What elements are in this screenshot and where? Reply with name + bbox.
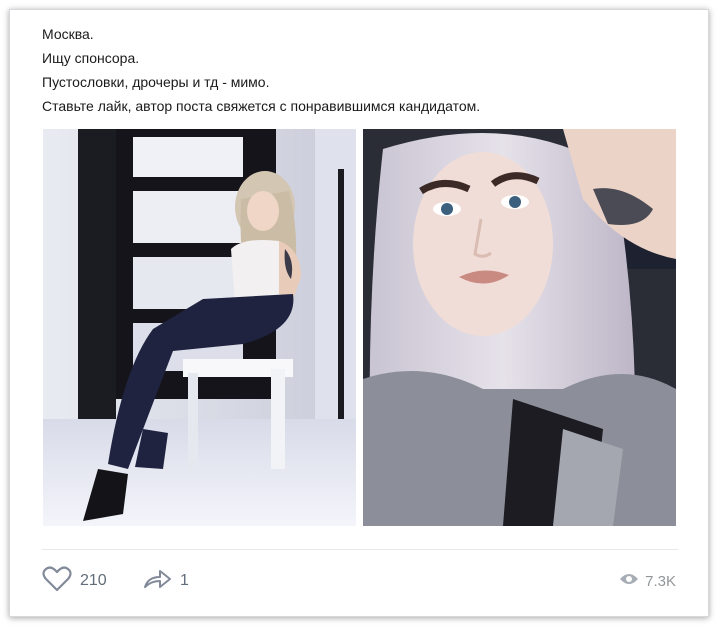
share-arrow-icon [142,567,172,596]
post-text: Москва. Ищу спонсора. Пустословки, дроче… [42,22,682,118]
share-count: 1 [180,572,189,589]
photo-woman-selfie-silver-hair [363,129,676,526]
eye-icon [619,572,639,590]
like-count: 210 [80,572,107,589]
post-text-line-filter: Пустословки, дрочеры и тд - мимо. [42,74,270,90]
post-text-line-call-to-action: Ставьте лайк, автор поста свяжется с пон… [42,98,481,114]
post-text-line-city: Москва. [42,26,94,42]
heart-icon [42,565,72,597]
post-text-line-sponsor: Ищу спонсора. [42,50,140,66]
footer-divider [42,549,678,550]
post-photo-left[interactable] [43,129,356,526]
views-counter: 7.3K [619,566,676,596]
post-photo-right[interactable] [363,129,676,526]
post-card: Москва. Ищу спонсора. Пустословки, дроче… [9,9,709,617]
photo-woman-sitting-on-chair [43,129,356,526]
like-button[interactable]: 210 [42,565,107,597]
share-button[interactable]: 1 [142,566,189,596]
views-count: 7.3K [645,572,676,590]
